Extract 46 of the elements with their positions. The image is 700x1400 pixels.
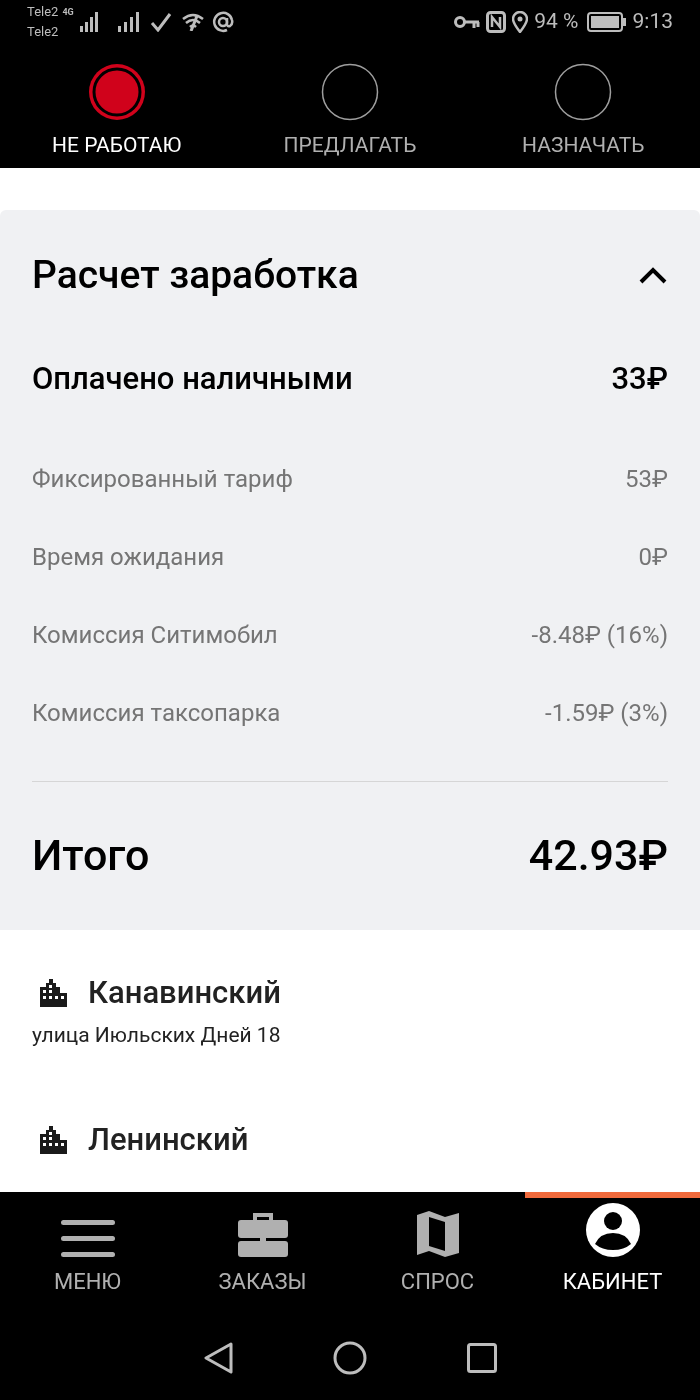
signal-icon <box>117 12 142 32</box>
nfc-icon <box>486 11 507 33</box>
wifi-icon <box>181 13 204 31</box>
row-label: Время ожидания <box>32 541 225 573</box>
carrier-name: Tele2 <box>27 23 59 41</box>
account-icon <box>585 1203 640 1257</box>
battery-icon <box>586 12 627 32</box>
row-label: Оплачено наличными <box>32 359 353 399</box>
map-icon <box>416 1211 459 1257</box>
row-value: 53₽ <box>625 463 668 495</box>
check-icon <box>149 12 172 32</box>
circle-icon <box>554 63 613 121</box>
record-icon <box>87 63 146 121</box>
menu-icon <box>60 1220 115 1257</box>
district-name: Ленинский <box>88 1121 249 1159</box>
mode-button[interactable]: НАЗНАЧАТЬ <box>466 63 700 168</box>
briefcase-icon <box>237 1212 288 1257</box>
network-type: 4G <box>62 6 74 19</box>
total-label: Итого <box>32 829 150 880</box>
home-icon[interactable] <box>333 1340 367 1375</box>
battery-percent: 94 % <box>534 8 579 36</box>
key-icon <box>454 15 481 29</box>
street-address: улица Июльских Дней 18 <box>32 1021 282 1049</box>
building-icon <box>40 978 68 1007</box>
mode-button[interactable]: ПРЕДЛАГАТЬ <box>233 63 467 168</box>
location-pin-icon <box>512 11 529 33</box>
signal-icon <box>79 12 98 32</box>
circle-icon <box>321 63 379 121</box>
row-value: -8.48₽ (16%) <box>531 619 668 651</box>
row-value: -1.59₽ (3%) <box>545 697 668 729</box>
clock-time: 9:13 <box>632 8 673 36</box>
row-value: 33₽ <box>611 359 668 399</box>
row-label: Комиссия Ситимобил <box>32 619 278 651</box>
recents-icon[interactable] <box>467 1342 497 1373</box>
total-value: 42.93₽ <box>528 829 668 880</box>
carrier-name: Tele2 <box>27 3 59 21</box>
at-sign-icon <box>211 11 234 33</box>
mode-button[interactable]: НЕ РАБОТАЮ <box>0 63 234 168</box>
section-title: Расчет заработка <box>32 252 359 298</box>
row-label: Комиссия таксопарка <box>32 697 281 729</box>
district-name: Канавинский <box>88 973 281 1012</box>
row-label: Фиксированный тариф <box>32 463 293 495</box>
chevron-up-icon[interactable] <box>638 266 668 284</box>
row-value: 0₽ <box>638 541 668 573</box>
back-icon[interactable] <box>203 1341 233 1374</box>
building-icon <box>40 1126 68 1154</box>
